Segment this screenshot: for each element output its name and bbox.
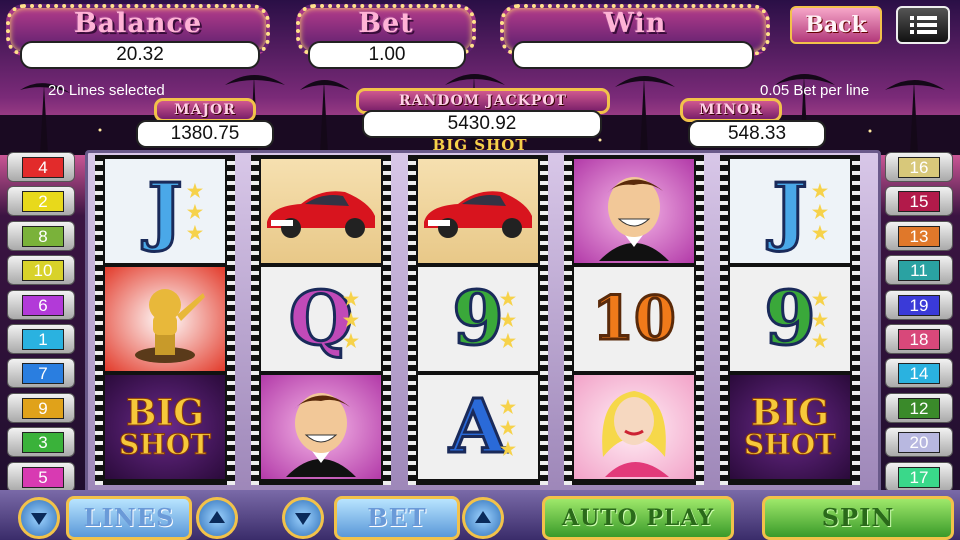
lines-button-label: LINES [83,503,175,532]
major-jackpot-label: MAJOR [154,98,256,122]
payline-button-19[interactable]: 19 [886,290,952,319]
payline-number: 5 [22,466,64,488]
triangle-down-icon [295,513,311,525]
reel-symbol-a: A ★ ★ ★ [418,375,538,479]
back-button-label: Back [805,12,867,38]
reel-symbol-blonde-woman [574,375,694,479]
payline-button-10[interactable]: 10 [8,256,74,285]
bet-per-line-text: 0.05 Bet per line [760,82,870,99]
payline-number: 15 [898,191,940,213]
random-jackpot-value: 5430.92 [362,110,602,138]
reel-symbol-tuxedo-man [574,159,694,263]
payline-number: 9 [22,397,64,419]
bet-increase-button[interactable] [462,497,504,539]
reel-symbol-oscar-trophy [105,267,225,371]
reel-5: J ★ ★ ★ 9 ★ ★ ★ BIG SHOT [720,155,860,485]
reel-1: J ★ ★ ★ BIG SHOT [95,155,235,485]
payline-button-9[interactable]: 9 [8,393,74,422]
reel-symbol-9: 9 ★ ★ ★ [418,267,538,371]
spin-button-label: SPIN [821,503,895,532]
spin-button[interactable]: SPIN [762,496,954,540]
lines-button[interactable]: LINES [66,496,192,540]
payline-button-2[interactable]: 2 [8,187,74,216]
reel-symbol-q: Q ★ ★ ★ [261,267,381,371]
reel-symbol-10: 10 [574,267,694,371]
payline-button-5[interactable]: 5 [8,462,74,491]
payline-button-4[interactable]: 4 [8,153,74,181]
payline-button-7[interactable]: 7 [8,359,74,388]
autoplay-button-label: AUTO PLAY [561,505,715,531]
payline-number: 18 [898,329,940,350]
payline-number: 6 [22,294,64,316]
payline-number: 8 [22,225,64,247]
minor-jackpot-value: 548.33 [688,120,826,148]
bet-label: Bet [358,8,414,39]
balance-label: Balance [73,8,203,39]
payline-number: 12 [898,397,940,419]
payline-number: 4 [22,157,64,178]
payline-button-18[interactable]: 18 [886,325,952,353]
payline-button-14[interactable]: 14 [886,359,952,388]
major-jackpot-value: 1380.75 [136,120,274,148]
autoplay-button[interactable]: AUTO PLAY [542,496,734,540]
reel-4: 10 [564,155,704,485]
payline-number: 14 [898,363,940,385]
triangle-down-icon [31,513,47,525]
lines-selected-text: 20 Lines selected [48,82,165,99]
reel-symbol-9: 9 ★ ★ ★ [730,267,850,371]
reel-symbol-red-sports-car [261,159,381,263]
bet-button[interactable]: BET [334,496,460,540]
reel-symbol-j: J ★ ★ ★ [105,159,225,263]
payline-number: 7 [22,363,64,385]
payline-button-15[interactable]: 15 [886,187,952,216]
reel-3: 9 ★ ★ ★ A ★ ★ ★ [408,155,548,485]
reel-symbol-j: J ★ ★ ★ [730,159,850,263]
payline-number: 10 [22,260,64,282]
payline-number: 1 [22,329,64,350]
triangle-up-icon [475,511,491,523]
triangle-up-icon [209,511,225,523]
win-value [512,41,754,69]
lines-decrease-button[interactable] [18,497,60,539]
payline-number: 17 [898,466,940,488]
win-label: Win [603,8,667,39]
reel-2: Q ★ ★ ★ [251,155,391,485]
reel-symbol-big-shot: BIG SHOT [730,375,850,479]
back-button[interactable]: Back [790,6,882,44]
payline-button-17[interactable]: 17 [886,462,952,491]
reel-symbol-tuxedo-man [261,375,381,479]
payline-button-13[interactable]: 13 [886,221,952,250]
reel-symbol-red-sports-car [418,159,538,263]
payline-number: 11 [898,260,940,282]
payline-button-11[interactable]: 11 [886,256,952,285]
payline-button-12[interactable]: 12 [886,393,952,422]
payline-button-20[interactable]: 20 [886,428,952,457]
bet-decrease-button[interactable] [282,497,324,539]
payline-number: 3 [22,432,64,454]
menu-button[interactable] [896,6,950,44]
payline-button-6[interactable]: 6 [8,290,74,319]
bet-value: 1.00 [308,41,466,69]
payline-button-16[interactable]: 16 [886,153,952,181]
bet-button-label: BET [367,503,427,532]
payline-button-3[interactable]: 3 [8,428,74,457]
payline-number: 16 [898,157,940,178]
payline-button-8[interactable]: 8 [8,221,74,250]
payline-button-1[interactable]: 1 [8,325,74,353]
payline-number: 19 [898,294,940,316]
balance-value: 20.32 [20,41,260,69]
payline-number: 2 [22,191,64,213]
reel-symbol-big-shot: BIG SHOT [105,375,225,479]
minor-jackpot-label: MINOR [680,98,782,122]
payline-number: 13 [898,225,940,247]
hamburger-menu-icon [910,16,937,34]
lines-increase-button[interactable] [196,497,238,539]
payline-number: 20 [898,432,940,454]
